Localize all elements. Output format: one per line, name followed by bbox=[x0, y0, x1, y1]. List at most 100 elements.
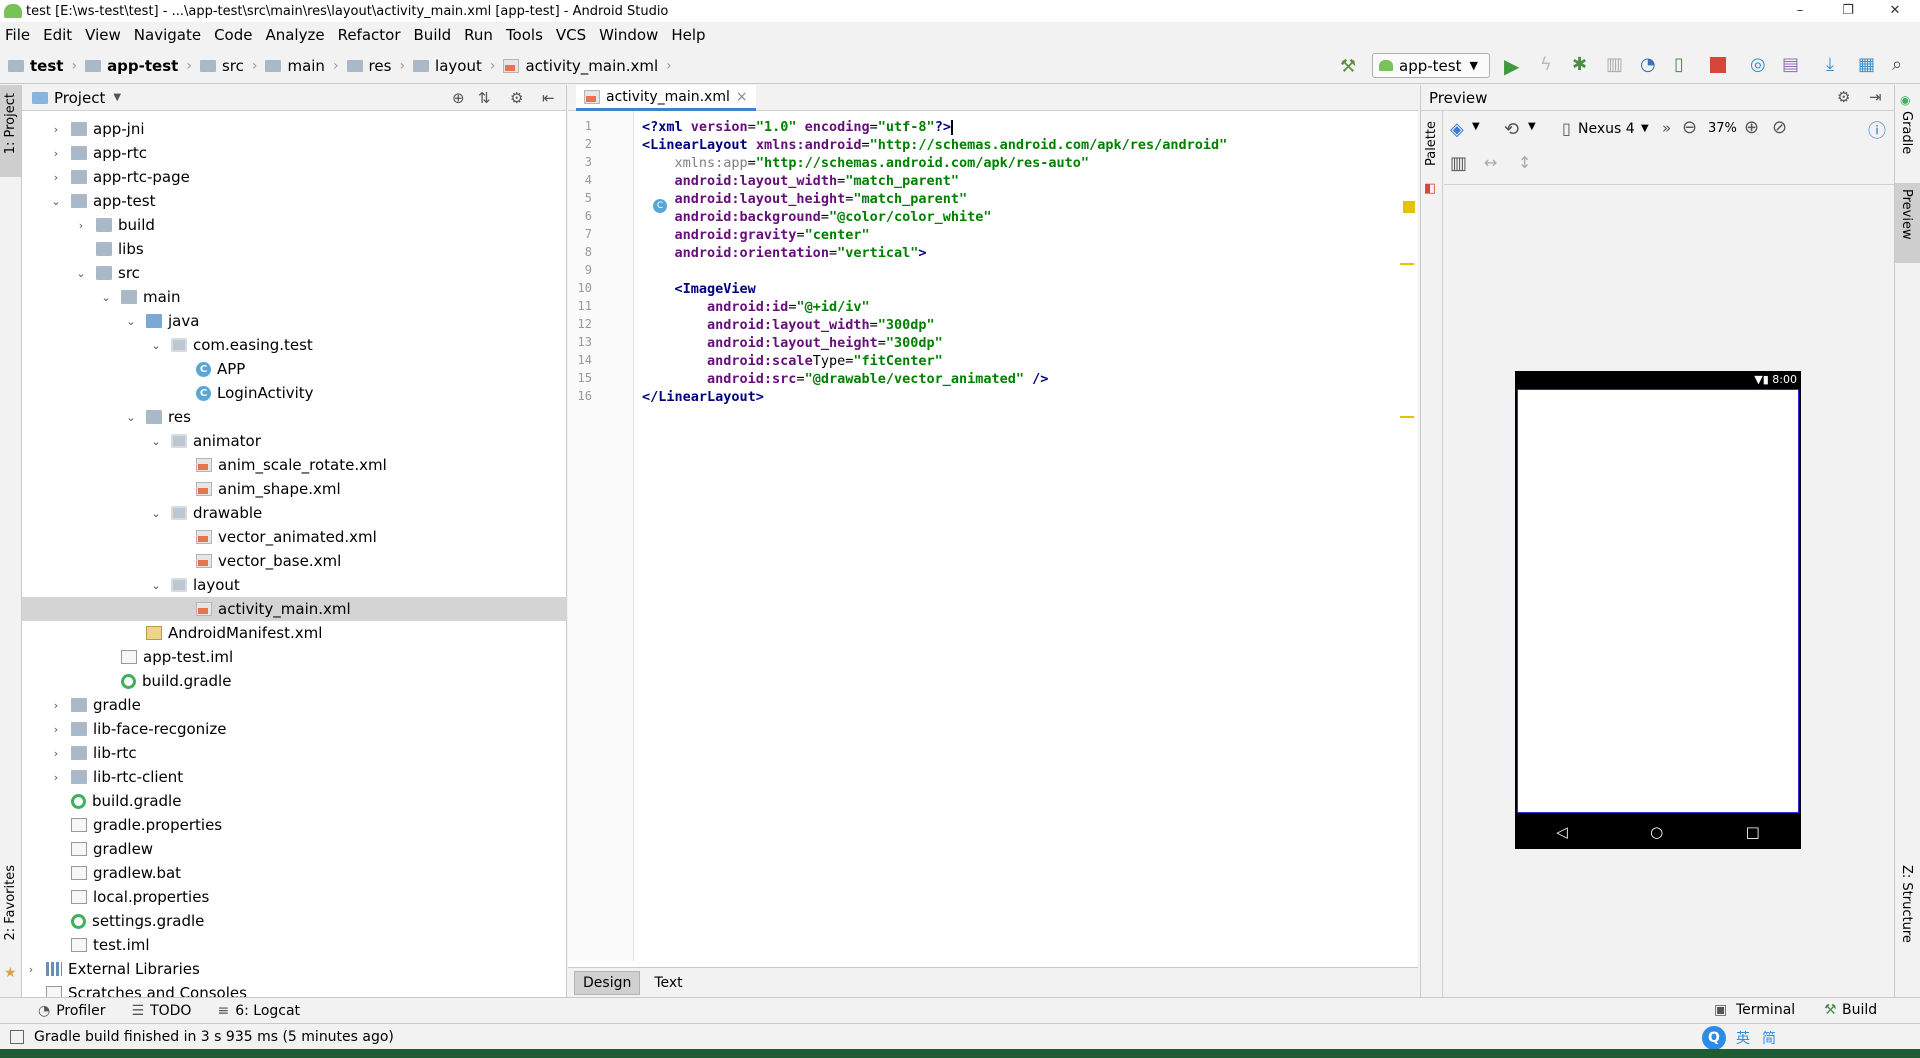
chevron-right-icon[interactable]: › bbox=[24, 963, 38, 976]
toggle-tool-windows-icon[interactable] bbox=[10, 1029, 24, 1044]
chevron-down-icon[interactable]: ⌄ bbox=[149, 507, 163, 520]
structure-tool-tab[interactable]: Z: Structure bbox=[1899, 865, 1914, 943]
profiler-tab[interactable]: Profiler bbox=[56, 1003, 105, 1019]
minimize-button[interactable]: – bbox=[1777, 0, 1823, 22]
maximize-button[interactable]: ❐ bbox=[1825, 0, 1871, 22]
split-view-icon[interactable]: ▥ bbox=[1450, 153, 1467, 174]
warning-marker[interactable] bbox=[1403, 201, 1415, 213]
horizontal-resize-icon[interactable]: ↔ bbox=[1484, 153, 1497, 172]
chevron-down-icon[interactable]: ▼ bbox=[1528, 121, 1536, 132]
menu-help[interactable]: Help bbox=[671, 26, 705, 44]
attach-debugger-icon[interactable]: ▥ bbox=[1606, 54, 1623, 75]
locate-icon[interactable]: ⊕ bbox=[452, 89, 465, 107]
menu-view[interactable]: View bbox=[85, 26, 121, 44]
tree-item-lib-rtc[interactable]: › lib-rtc bbox=[22, 741, 567, 765]
menu-vcs[interactable]: VCS bbox=[556, 26, 586, 44]
tree-item-app-rtc-page[interactable]: › app-rtc-page bbox=[22, 165, 567, 189]
profile-icon[interactable]: ◔ bbox=[1640, 54, 1656, 75]
class-gutter-icon[interactable]: C bbox=[653, 199, 667, 213]
collapse-all-icon[interactable]: ⇅ bbox=[478, 89, 491, 107]
tree-item-gradle-properties[interactable]: gradle.properties bbox=[22, 813, 567, 837]
debug-icon[interactable]: ✱ bbox=[1572, 54, 1587, 75]
code-line[interactable]: android:background="@color/color_white" bbox=[642, 209, 992, 225]
tab-design[interactable]: Design bbox=[574, 970, 641, 995]
tree-item-local-properties[interactable]: local.properties bbox=[22, 885, 567, 909]
ime-lang[interactable]: 英 bbox=[1736, 1028, 1750, 1048]
close-button[interactable]: ✕ bbox=[1872, 0, 1918, 22]
chevron-down-icon[interactable]: ▼ bbox=[1472, 121, 1480, 132]
chevron-down-icon[interactable]: ⌄ bbox=[49, 195, 63, 208]
menu-edit[interactable]: Edit bbox=[43, 26, 72, 44]
tree-item-build[interactable]: › build bbox=[22, 213, 567, 237]
tree-item-animator[interactable]: ⌄ animator bbox=[22, 429, 567, 453]
breadcrumb-main[interactable]: main › bbox=[257, 57, 339, 75]
ime-mode[interactable]: 简 bbox=[1762, 1028, 1776, 1048]
tree-item-external-libraries[interactable]: › External Libraries bbox=[22, 957, 567, 981]
zoom-out-icon[interactable]: ⊖ bbox=[1682, 117, 1697, 138]
chevron-down-icon[interactable]: ⌄ bbox=[99, 291, 113, 304]
chevron-down-icon[interactable]: ⌄ bbox=[124, 315, 138, 328]
tree-item-gradle[interactable]: › gradle bbox=[22, 693, 567, 717]
search-icon[interactable]: ⌕ bbox=[1892, 54, 1902, 75]
breadcrumb-app-test[interactable]: app-test › bbox=[77, 57, 192, 75]
tab-activity-main[interactable]: activity_main.xml × bbox=[576, 85, 756, 111]
code-line[interactable]: <?xml version="1.0" encoding="utf-8"?> bbox=[642, 119, 953, 135]
project-tool-tab[interactable]: 1: Project bbox=[3, 93, 18, 154]
tree-item-gradlew[interactable]: gradlew bbox=[22, 837, 567, 861]
tree-item-res[interactable]: ⌄ res bbox=[22, 405, 567, 429]
chevron-right-icon[interactable]: › bbox=[49, 123, 63, 136]
run-icon[interactable]: ▶ bbox=[1504, 54, 1519, 78]
tree-item-java[interactable]: ⌄ java bbox=[22, 309, 567, 333]
chevron-down-icon[interactable]: ⌄ bbox=[149, 435, 163, 448]
code-line[interactable]: android:layout_height="match_parent" bbox=[642, 191, 968, 207]
code-line[interactable]: <ImageView bbox=[642, 281, 756, 297]
tree-item-test-iml[interactable]: test.iml bbox=[22, 933, 567, 957]
chevron-right-icon[interactable]: › bbox=[49, 699, 63, 712]
tree-item-app-build-gradle[interactable]: build.gradle bbox=[22, 669, 567, 693]
hide-panel-icon[interactable]: ⇤ bbox=[542, 89, 555, 107]
vertical-resize-icon[interactable]: ↕ bbox=[1518, 153, 1531, 172]
zoom-fit-icon[interactable]: ⊘ bbox=[1772, 117, 1787, 138]
menu-analyze[interactable]: Analyze bbox=[265, 26, 324, 44]
logcat-tab[interactable]: 6: Logcat bbox=[235, 1003, 300, 1019]
breadcrumb-src[interactable]: src › bbox=[192, 57, 257, 75]
tree-item-settings-gradle[interactable]: settings.gradle bbox=[22, 909, 567, 933]
tree-item-build-gradle[interactable]: build.gradle bbox=[22, 789, 567, 813]
code-line[interactable]: android:layout_height="300dp" bbox=[642, 335, 943, 351]
tree-item-vector-animated[interactable]: vector_animated.xml bbox=[22, 525, 567, 549]
breadcrumb-test[interactable]: test › bbox=[0, 57, 77, 75]
tree-item-main[interactable]: ⌄ main bbox=[22, 285, 567, 309]
device-selector[interactable]: Nexus 4 bbox=[1578, 121, 1635, 137]
code-line[interactable]: android:id="@+id/iv" bbox=[642, 299, 870, 315]
breadcrumb-activity-main[interactable]: activity_main.xml › bbox=[495, 57, 672, 75]
todo-tab[interactable]: TODO bbox=[150, 1003, 191, 1019]
tree-item-login-activity[interactable]: C LoginActivity bbox=[22, 381, 567, 405]
favorites-tool-tab[interactable]: 2: Favorites bbox=[3, 865, 18, 941]
tree-item-gradlew-bat[interactable]: gradlew.bat bbox=[22, 861, 567, 885]
avd-manager-icon[interactable]: ▯ bbox=[1674, 54, 1684, 75]
sync-gradle-icon[interactable]: ◎ bbox=[1750, 54, 1766, 75]
chevron-down-icon[interactable]: ▼ bbox=[113, 92, 121, 103]
tree-item-app-test-iml[interactable]: app-test.iml bbox=[22, 645, 567, 669]
gear-icon[interactable]: ⚙ bbox=[510, 89, 523, 107]
menu-file[interactable]: File bbox=[5, 26, 30, 44]
project-structure-icon[interactable]: ▦ bbox=[1858, 54, 1875, 75]
orientation-icon[interactable]: ⟲ bbox=[1504, 119, 1519, 140]
tree-item-drawable[interactable]: ⌄ drawable bbox=[22, 501, 567, 525]
tree-item-com-easing-test[interactable]: ⌄ com.easing.test bbox=[22, 333, 567, 357]
chevron-right-icon[interactable]: › bbox=[49, 771, 63, 784]
tab-text[interactable]: Text bbox=[646, 972, 690, 994]
chevron-down-icon[interactable]: ⌄ bbox=[74, 267, 88, 280]
menu-tools[interactable]: Tools bbox=[506, 26, 543, 44]
run-config-selector[interactable]: app-test ▼ bbox=[1372, 53, 1490, 78]
menu-refactor[interactable]: Refactor bbox=[338, 26, 401, 44]
tree-item-anim-shape[interactable]: anim_shape.xml bbox=[22, 477, 567, 501]
apply-changes-icon[interactable]: ϟ bbox=[1540, 54, 1552, 75]
tree-item-android-manifest[interactable]: AndroidManifest.xml bbox=[22, 621, 567, 645]
close-tab-icon[interactable]: × bbox=[736, 89, 748, 105]
chevron-down-icon[interactable]: ⌄ bbox=[149, 579, 163, 592]
hide-panel-icon[interactable]: ⇥ bbox=[1869, 88, 1882, 106]
tree-item-lib-face-recgonize[interactable]: › lib-face-recgonize bbox=[22, 717, 567, 741]
layers-icon[interactable]: ◈ bbox=[1450, 119, 1464, 140]
chevron-down-icon[interactable]: ⌄ bbox=[149, 339, 163, 352]
